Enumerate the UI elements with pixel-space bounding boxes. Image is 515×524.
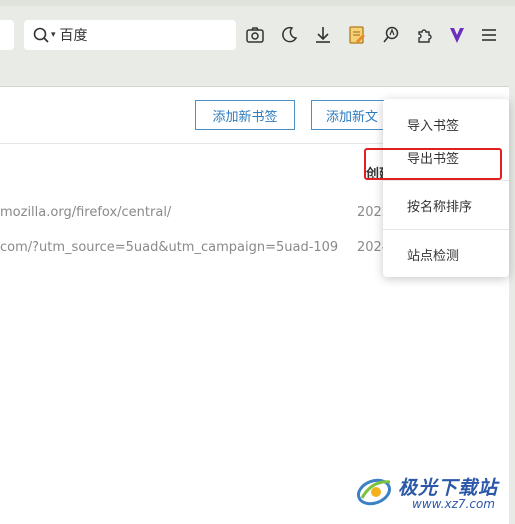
screenshot-button[interactable] — [242, 22, 268, 48]
add-folder-button[interactable]: 添加新文 — [311, 100, 391, 130]
notes-button[interactable] — [344, 22, 370, 48]
bookmark-actions-menu: 导入书签 导出书签 按名称排序 站点检测 — [383, 99, 509, 277]
moon-icon — [282, 26, 298, 43]
watermark: 极光下载站 www.xz7.com — [356, 470, 506, 514]
menu-icon — [482, 29, 496, 41]
vivaldi-button[interactable] — [444, 22, 470, 48]
translate-icon — [383, 26, 399, 43]
search-input[interactable]: ▾ 百度 — [24, 20, 236, 50]
browser-toolbar: ▾ 百度 — [0, 0, 515, 87]
chevron-down-icon[interactable]: ▾ — [51, 30, 56, 40]
vivaldi-icon — [450, 28, 464, 43]
menu-item-import-bookmarks[interactable]: 导入书签 — [407, 115, 459, 134]
bookmark-url[interactable]: com/?utm_source=5uad&utm_campaign=5uad-1… — [0, 240, 338, 255]
translate-button[interactable] — [378, 22, 404, 48]
menu-divider — [383, 229, 509, 230]
puzzle-icon — [418, 29, 432, 43]
menu-item-sort-by-name[interactable]: 按名称排序 — [407, 196, 472, 215]
bookmark-url[interactable]: mozilla.org/firefox/central/ — [0, 205, 171, 220]
search-engine-label: 百度 — [59, 28, 88, 44]
extensions-button[interactable] — [412, 22, 438, 48]
tab-strip-edge — [0, 0, 515, 6]
address-bar[interactable] — [0, 20, 14, 50]
notes-icon — [349, 26, 365, 44]
highlight-annotation — [364, 148, 502, 180]
watermark-title: 极光下载站 — [398, 477, 499, 499]
menu-item-site-check[interactable]: 站点检测 — [407, 245, 459, 264]
download-button[interactable] — [310, 22, 336, 48]
aurora-logo-icon — [357, 478, 391, 506]
camera-icon — [246, 27, 264, 43]
main-menu-button[interactable] — [476, 22, 502, 48]
window-edge — [509, 86, 515, 524]
night-mode-button[interactable] — [276, 22, 302, 48]
watermark-url: www.xz7.com — [412, 497, 495, 511]
download-icon — [316, 27, 330, 43]
menu-divider — [383, 180, 509, 181]
add-bookmark-button[interactable]: 添加新书签 — [195, 100, 295, 130]
